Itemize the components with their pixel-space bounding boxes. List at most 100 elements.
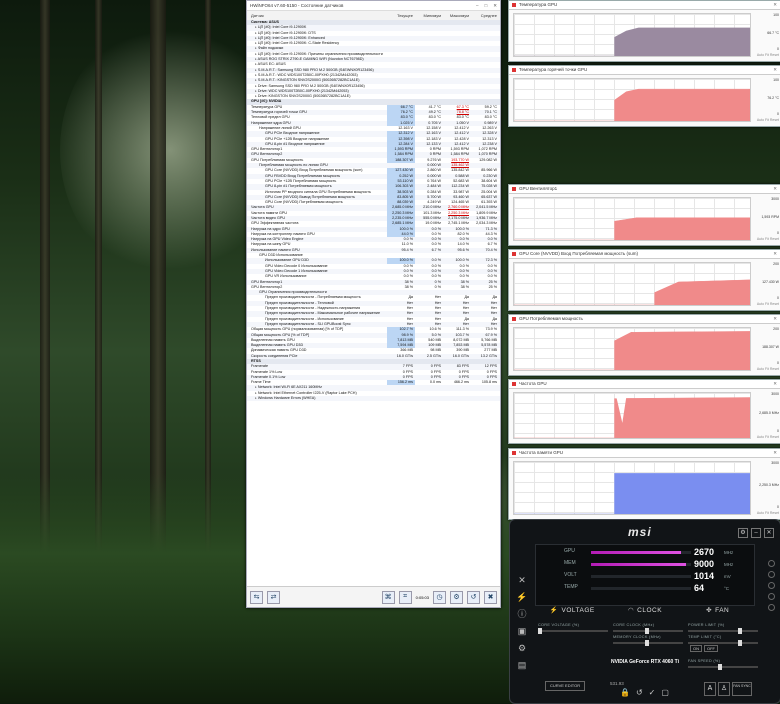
msi-logo: msi	[628, 525, 652, 539]
close-icon[interactable]: ✕	[773, 380, 777, 388]
sensor-graph-window[interactable]: GPU Вентилятор1 ✕ 3000 1,593 RPM 0 Auto Fit R…	[508, 184, 780, 246]
info-icon[interactable]: ⓘ	[516, 608, 528, 620]
temp-label: TEMP	[564, 584, 578, 590]
sensor-graph-window[interactable]: GPU Core (NVVDD) Вход Потребляемая мощно…	[508, 249, 780, 311]
reset-icon[interactable]: ↺	[467, 590, 480, 604]
graph-title[interactable]: Частота памяти GPU ✕	[509, 449, 780, 458]
afterburner-window[interactable]: msi ⚙ – ✕ ✕ ⚡ ⓘ ▣ ⚙ ▤ GPU 2670 MHz MEM 9…	[509, 519, 780, 704]
graph-fit-reset[interactable]: Auto Fit Reset	[757, 435, 779, 439]
temp-bar	[591, 587, 691, 590]
column-min[interactable]: Минимум	[415, 13, 443, 18]
sensor-graph-window[interactable]: Температура GPU ✕ 100 66.7 °C 0 Auto Fit Rese…	[508, 0, 780, 62]
graph-title[interactable]: Температура горячей точки GPU ✕	[509, 66, 780, 75]
close-icon[interactable]: ✕	[773, 315, 777, 323]
hwinfo-footer: ⇆ ⇄ ⌘ ⌗ 0:05:03 ◷ ⚙ ↺ ✖	[247, 586, 500, 607]
graph-max: 200	[773, 262, 779, 266]
monitor-icon[interactable]: ▣	[516, 625, 528, 637]
gpu-card-name: NVIDIA GeForce RTX 4060 Ti	[610, 659, 680, 665]
graph-title[interactable]: GPU Core (NVVDD) Вход Потребляемая мощно…	[509, 250, 780, 259]
auto-button[interactable]: A	[704, 682, 716, 696]
graph-max: 3000	[771, 461, 779, 465]
column-max[interactable]: Максимум	[443, 13, 471, 18]
monitor-row-temp: TEMP 64 °C	[536, 583, 754, 594]
speedometer-icon: ◠	[627, 607, 635, 614]
reset-icon[interactable]: ↺	[636, 688, 643, 697]
nav-arrows-icon[interactable]: ⇆	[250, 590, 263, 604]
sensor-value: 466.2 ms	[453, 380, 469, 385]
graph-fit-reset[interactable]: Auto Fit Reset	[757, 118, 779, 122]
graph-current: 2,250.3 MHz	[759, 482, 779, 487]
close-icon[interactable]: ✕	[773, 250, 777, 258]
save-icon[interactable]: ▢	[661, 688, 669, 697]
user-fan-icon[interactable]: ♙	[718, 682, 730, 696]
settings-icon[interactable]: ⚙	[450, 590, 463, 604]
column-current[interactable]: Текущее	[387, 13, 415, 18]
lock-icon[interactable]: 🔒	[620, 688, 630, 697]
graph-title[interactable]: GPU Вентилятор1 ✕	[509, 185, 780, 194]
graph-min: 0	[777, 361, 779, 365]
clock-icon[interactable]: ◷	[433, 590, 446, 604]
apply-icon[interactable]: ✓	[649, 688, 656, 697]
sensor-device-row[interactable]: Windows Hardware Errors (WHEA)	[247, 396, 500, 402]
graph-title[interactable]: GPU Потребляемая мощность ✕	[509, 315, 780, 324]
network-icon[interactable]: ⌘	[381, 590, 395, 604]
close-icon[interactable]: ✕	[773, 66, 777, 74]
graph-fit-reset[interactable]: Auto Fit Reset	[757, 302, 779, 306]
graph-fit-reset[interactable]: Auto Fit Reset	[757, 367, 779, 371]
curve-editor-button[interactable]: CURVE EDITOR	[545, 681, 586, 691]
graph-min: 0	[777, 231, 779, 235]
mem-clock-unit: MHz	[724, 562, 734, 567]
hwinfo-window[interactable]: HWiNFO64 v7.60-5150 - Состояние датчиков…	[246, 0, 501, 608]
tab-voltage[interactable]: ⚡ VOLTAGE	[536, 604, 609, 618]
mem-label: MEM	[564, 560, 576, 566]
sensor-list[interactable]: Система: ASUSЦП [#0]: Intel Core i9-1290…	[247, 20, 500, 585]
ab-close-icon[interactable]: ✕	[764, 528, 774, 538]
column-avg[interactable]: Среднее	[471, 13, 499, 18]
fan-sync-button[interactable]: FAN SYNC	[732, 682, 752, 696]
core-voltage-slider[interactable]: CORE VOLTAGE (%)	[538, 623, 608, 634]
power-limit-slider[interactable]: POWER LIMIT (%)	[688, 623, 758, 634]
fan-speed-slider[interactable]: FAN SPEED (%)	[688, 659, 758, 670]
fan-auto-toggle[interactable]: ON OFF	[690, 645, 720, 652]
sensor-graph-window[interactable]: Температура горячей точки GPU ✕ 100 76.2 °C…	[508, 65, 780, 127]
graph-title[interactable]: Температура GPU ✕	[509, 1, 780, 10]
graph-fit-reset[interactable]: Auto Fit Reset	[757, 53, 779, 57]
ab-settings-icon[interactable]: ⚙	[738, 528, 748, 538]
minimize-icon[interactable]: –	[476, 3, 479, 9]
gear-icon[interactable]: ⚙	[516, 642, 528, 654]
graph-min: 0	[777, 505, 779, 509]
hardware-monitor-icon[interactable]: ▤	[516, 659, 528, 671]
temp-limit-slider[interactable]: TEMP LIMIT (°C)	[688, 635, 758, 646]
close-icon[interactable]: ✕	[773, 449, 777, 457]
close-icon[interactable]: ✕	[773, 185, 777, 193]
network-2-icon[interactable]: ⌗	[398, 590, 412, 604]
core-clock-slider[interactable]: CORE CLOCK (MHz)	[613, 623, 683, 634]
mem-clock-value: 9000	[694, 559, 715, 569]
close-icon[interactable]: ✕	[493, 3, 497, 9]
graph-fit-reset[interactable]: Auto Fit Reset	[757, 237, 779, 241]
ab-monitor-panel: GPU 2670 MHz MEM 9000 MHz VOLT 1014 mV T…	[535, 544, 755, 606]
ab-minimize-icon[interactable]: –	[751, 528, 761, 538]
close-sensors-icon[interactable]: ✖	[484, 590, 497, 604]
sensor-value: 13.2 GT/s	[480, 353, 497, 358]
graph-area	[514, 217, 750, 240]
maximize-icon[interactable]: □	[485, 3, 488, 9]
volt-value: 1014	[694, 571, 715, 581]
nav-arrows-2-icon[interactable]: ⇄	[267, 590, 280, 604]
sensor-graph-window[interactable]: Частота памяти GPU ✕ 3000 2,250.3 MHz 0 Auto …	[508, 448, 780, 520]
column-sensor[interactable]: Датчик	[247, 13, 387, 18]
graph-fit-reset[interactable]: Auto Fit Reset	[757, 511, 779, 515]
monitor-row-volt: VOLT 1014 mV	[536, 571, 754, 582]
kombustor-icon[interactable]: ✕	[516, 574, 528, 586]
close-icon[interactable]: ✕	[773, 1, 777, 9]
tab-fan[interactable]: ✤ FAN	[681, 604, 754, 618]
ab-profile-dots[interactable]	[768, 560, 775, 650]
hwinfo-titlebar[interactable]: HWiNFO64 v7.60-5150 - Состояние датчиков…	[247, 1, 500, 11]
memory-clock-slider[interactable]: MEMORY CLOCK (MHz)	[613, 635, 683, 646]
oc-scanner-icon[interactable]: ⚡	[516, 591, 528, 603]
tab-clock[interactable]: ◠ CLOCK	[609, 604, 682, 618]
graph-title[interactable]: Частота GPU ✕	[509, 380, 780, 389]
graph-min: 0	[777, 429, 779, 433]
sensor-graph-window[interactable]: GPU Потребляемая мощность ✕ 200 188.307 W 0 A…	[508, 314, 780, 376]
sensor-graph-window[interactable]: Частота GPU ✕ 3000 2,685.0 MHz 0 Auto Fit Res…	[508, 379, 780, 444]
